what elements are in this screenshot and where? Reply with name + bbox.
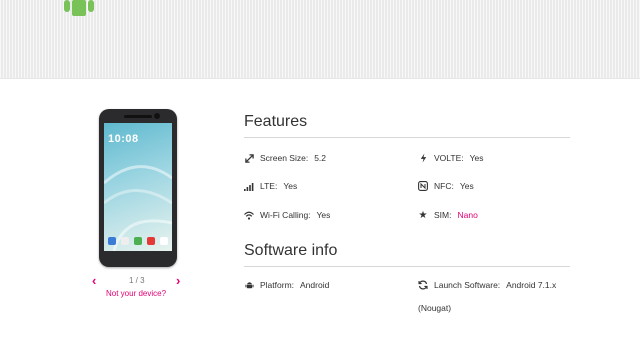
feature-label: Screen Size: <box>260 153 309 163</box>
refresh-icon <box>418 280 428 290</box>
software-info-title: Software info <box>244 242 338 259</box>
software-value: Android <box>300 280 330 290</box>
feature-value: 5.2 <box>314 153 327 163</box>
device-page-count: 1 / 3 <box>129 276 145 285</box>
software-value: Android 7.1.x <box>506 280 557 290</box>
nfc-icon <box>418 181 428 191</box>
software-label: Platform: <box>260 280 295 290</box>
feature-value: Nano <box>457 210 478 220</box>
feature-value: Yes <box>316 210 331 220</box>
feature-nfc: NFC: Yes <box>418 181 474 191</box>
phone-app-icon <box>108 237 116 245</box>
signal-bars-icon <box>244 181 254 191</box>
phone-clock: 10:08 <box>108 133 139 145</box>
volte-icon <box>418 153 428 163</box>
android-icon <box>64 0 94 16</box>
android-icon <box>244 280 254 290</box>
feature-value: Yes <box>469 153 484 163</box>
features-divider <box>244 137 570 138</box>
device-image: 10:08 <box>99 109 177 267</box>
phone-camera <box>154 113 160 119</box>
phone-dock <box>108 237 168 247</box>
feature-value: Yes <box>283 181 298 191</box>
feature-volte: VOLTE: Yes <box>418 153 483 163</box>
feature-value: Yes <box>459 181 474 191</box>
next-device-arrow-icon[interactable]: › <box>176 274 180 287</box>
phone-screen: 10:08 <box>104 123 172 251</box>
phone-app-icon <box>160 237 168 245</box>
expand-icon <box>244 153 254 163</box>
software-launch: Launch Software: Android 7.1.x <box>418 280 556 290</box>
phone-app-icon <box>147 237 155 245</box>
top-banner <box>0 0 640 79</box>
feature-sim: ★ SIM: Nano <box>418 209 478 221</box>
phone-app-icon <box>121 237 129 245</box>
feature-label: NFC: <box>434 181 454 191</box>
software-value-continued: (Nougat) <box>418 303 452 313</box>
wifi-icon <box>244 210 254 220</box>
software-platform: Platform: Android <box>244 280 329 290</box>
phone-app-icon <box>134 237 142 245</box>
software-info-divider <box>244 266 570 267</box>
feature-screen-size: Screen Size: 5.2 <box>244 153 326 163</box>
star-icon: ★ <box>418 209 428 221</box>
feature-label: Wi-Fi Calling: <box>260 210 311 220</box>
previous-device-arrow-icon[interactable]: ‹ <box>92 274 96 287</box>
device-pager: ‹ 1 / 3 › <box>92 274 187 289</box>
feature-label: LTE: <box>260 181 278 191</box>
not-your-device-link[interactable]: Not your device? <box>106 289 166 298</box>
phone-speaker <box>124 115 152 118</box>
features-title: Features <box>244 113 308 130</box>
feature-lte: LTE: Yes <box>244 181 297 191</box>
feature-label: SIM: <box>434 210 452 220</box>
software-label: Launch Software: <box>434 280 501 290</box>
feature-wifi-calling: Wi-Fi Calling: Yes <box>244 210 330 220</box>
feature-label: VOLTE: <box>434 153 464 163</box>
